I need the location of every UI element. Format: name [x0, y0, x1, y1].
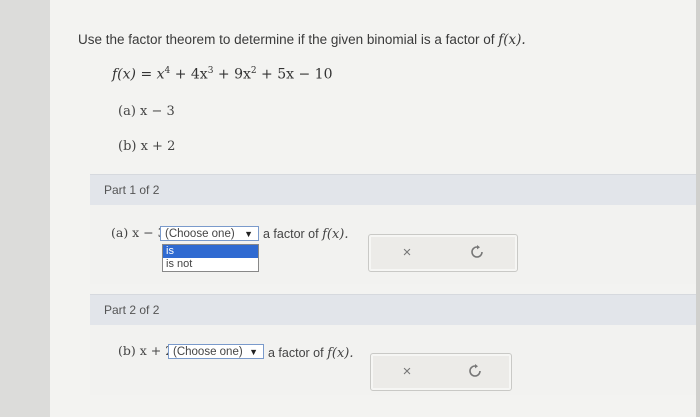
part-2-select-value: (Choose one): [173, 346, 243, 358]
part-1-select[interactable]: (Choose one) ▼: [160, 226, 259, 241]
binomial-b: (b) x + 2: [118, 139, 176, 154]
formula-term4: + 5x − 10: [256, 66, 333, 83]
clear-icon[interactable]: ×: [397, 362, 417, 382]
part-1-select-value: (Choose one): [165, 228, 235, 240]
right-scrollbar[interactable]: [696, 0, 700, 417]
part-2-suffix-text: a factor of: [268, 346, 328, 360]
clear-icon[interactable]: ×: [397, 243, 417, 263]
part-2-action-box: ×: [370, 353, 512, 391]
part-1-header: Part 1 of 2: [90, 174, 696, 205]
chevron-down-icon: ▼: [249, 347, 258, 357]
part-2-title: Part 2 of 2: [104, 303, 160, 317]
part-1-binomial: (a) x − 3: [111, 225, 166, 240]
formula-lhs: f(x) = x: [112, 66, 165, 83]
part-1-suffix-fn: f(x).: [322, 227, 349, 242]
part-2-suffix: a factor of f(x).: [268, 346, 353, 361]
part-2-suffix-fn: f(x).: [327, 346, 354, 361]
left-margin: [0, 0, 50, 417]
part-1-dropdown-menu: is is not: [162, 244, 259, 272]
part-2-binomial: (b) x + 2: [118, 343, 174, 358]
formula-term3: + 9x: [213, 66, 251, 83]
part-2-select[interactable]: (Choose one) ▼: [168, 344, 264, 359]
option-is[interactable]: is: [163, 245, 258, 258]
retry-icon[interactable]: [467, 243, 487, 263]
part-1-action-box: ×: [368, 234, 518, 272]
polynomial-formula: f(x) = x4 + 4x3 + 9x2 + 5x − 10: [112, 66, 333, 83]
part-1-title: Part 1 of 2: [104, 183, 160, 197]
question-function: f(x).: [498, 32, 526, 48]
formula-term2: + 4x: [170, 66, 208, 83]
retry-icon[interactable]: [465, 362, 485, 382]
question-prompt: Use the factor theorem to determine if t…: [78, 32, 526, 48]
option-is-not[interactable]: is not: [163, 258, 258, 271]
part-2-header: Part 2 of 2: [90, 294, 696, 325]
question-text: Use the factor theorem to determine if t…: [78, 32, 499, 47]
chevron-down-icon: ▼: [244, 229, 253, 239]
part-1-suffix-text: a factor of: [263, 227, 323, 241]
binomial-a: (a) x − 3: [118, 104, 175, 119]
part-1-suffix: a factor of f(x).: [263, 227, 348, 242]
